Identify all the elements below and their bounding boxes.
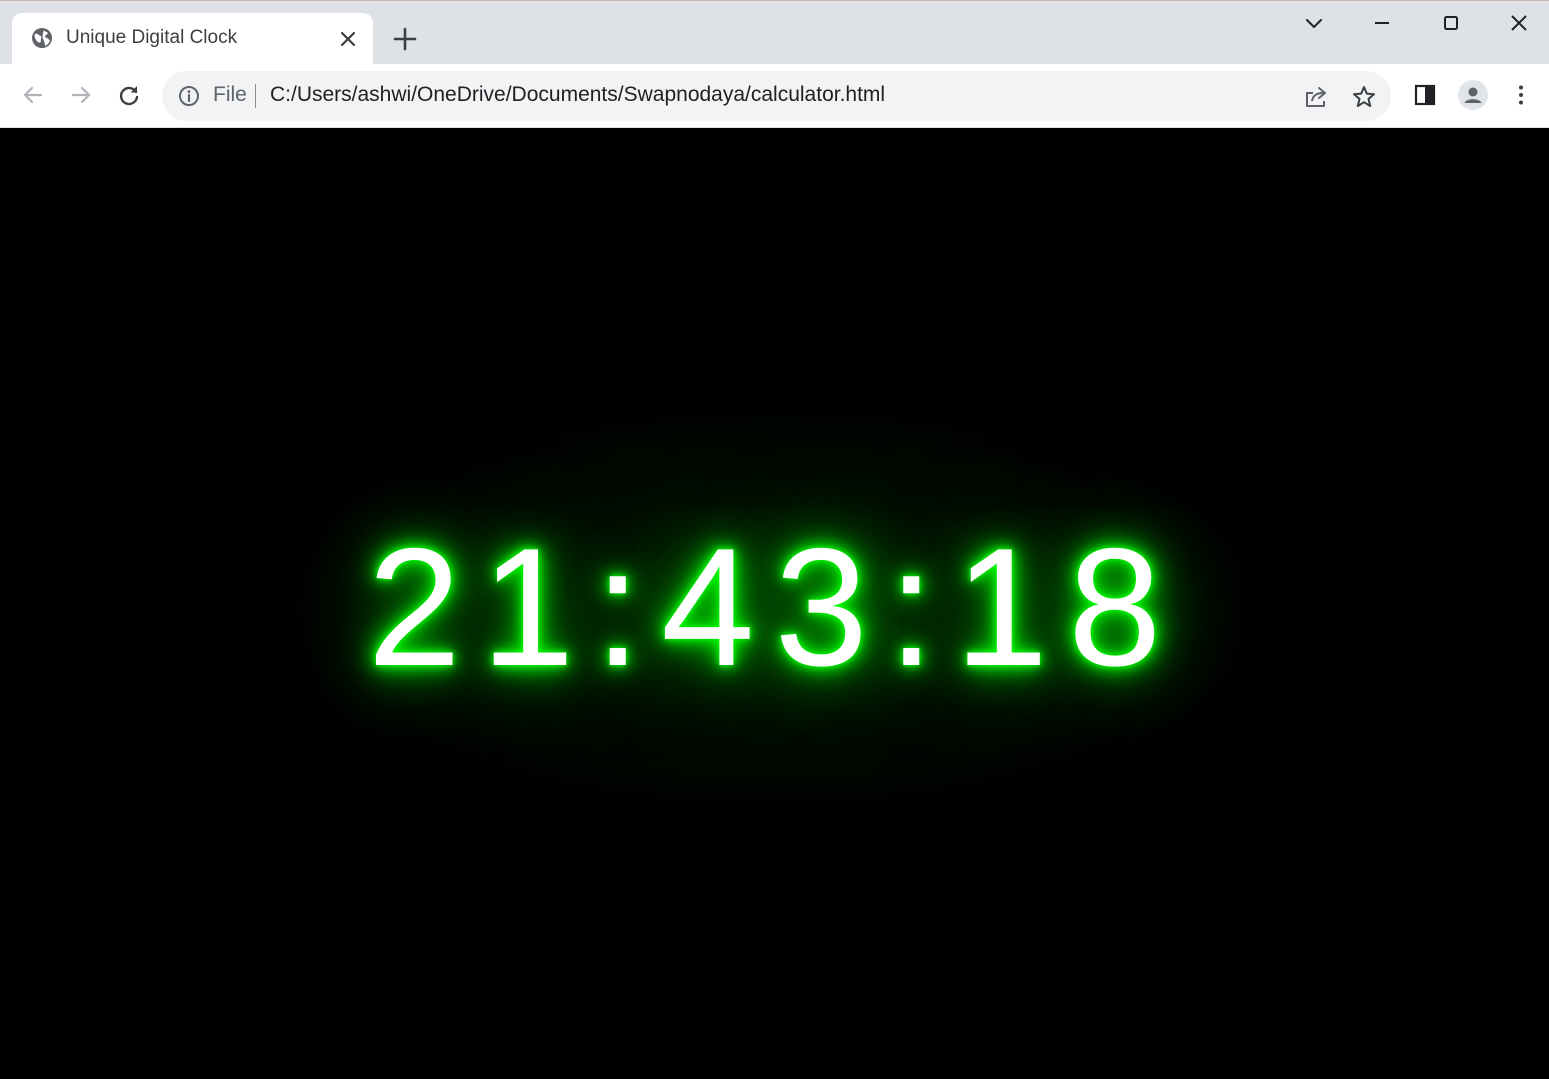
tab-close-icon[interactable] xyxy=(336,27,360,51)
maximize-icon[interactable] xyxy=(1436,9,1466,39)
globe-icon xyxy=(31,27,53,49)
url-separator xyxy=(255,84,256,108)
close-icon[interactable] xyxy=(1504,9,1534,39)
new-tab-plus-icon[interactable] xyxy=(391,25,419,53)
info-icon[interactable] xyxy=(177,84,201,108)
tab-active[interactable]: Unique Digital Clock xyxy=(12,13,373,65)
url-text[interactable]: C:/Users/ashwi/OneDrive/Documents/Swapno… xyxy=(270,83,885,107)
arrow-left-icon[interactable] xyxy=(18,80,48,110)
tab-title: Unique Digital Clock xyxy=(66,27,238,48)
profile-avatar-icon[interactable] xyxy=(1458,80,1488,110)
side-panel-icon[interactable] xyxy=(1410,80,1440,110)
arrow-right-icon[interactable] xyxy=(66,80,96,110)
address-bar[interactable]: File C:/Users/ashwi/OneDrive/Documents/S… xyxy=(162,71,1391,121)
reload-icon[interactable] xyxy=(114,80,144,110)
minimize-icon[interactable] xyxy=(1367,9,1397,39)
share-icon[interactable] xyxy=(1303,84,1329,110)
star-icon[interactable] xyxy=(1351,84,1377,110)
tab-search-icon[interactable] xyxy=(1299,9,1329,39)
digital-clock: 21:43:18 xyxy=(367,513,1182,701)
tab-strip: Unique Digital Clock xyxy=(0,0,1549,65)
url-scheme-label: File xyxy=(213,83,247,106)
page-content: 21:43:18 xyxy=(0,128,1549,1079)
browser-toolbar: File C:/Users/ashwi/OneDrive/Documents/S… xyxy=(0,64,1549,128)
more-vert-icon[interactable] xyxy=(1506,80,1536,110)
browser-window: Unique Digital Clock File C:/Users/ashwi… xyxy=(0,0,1549,1079)
